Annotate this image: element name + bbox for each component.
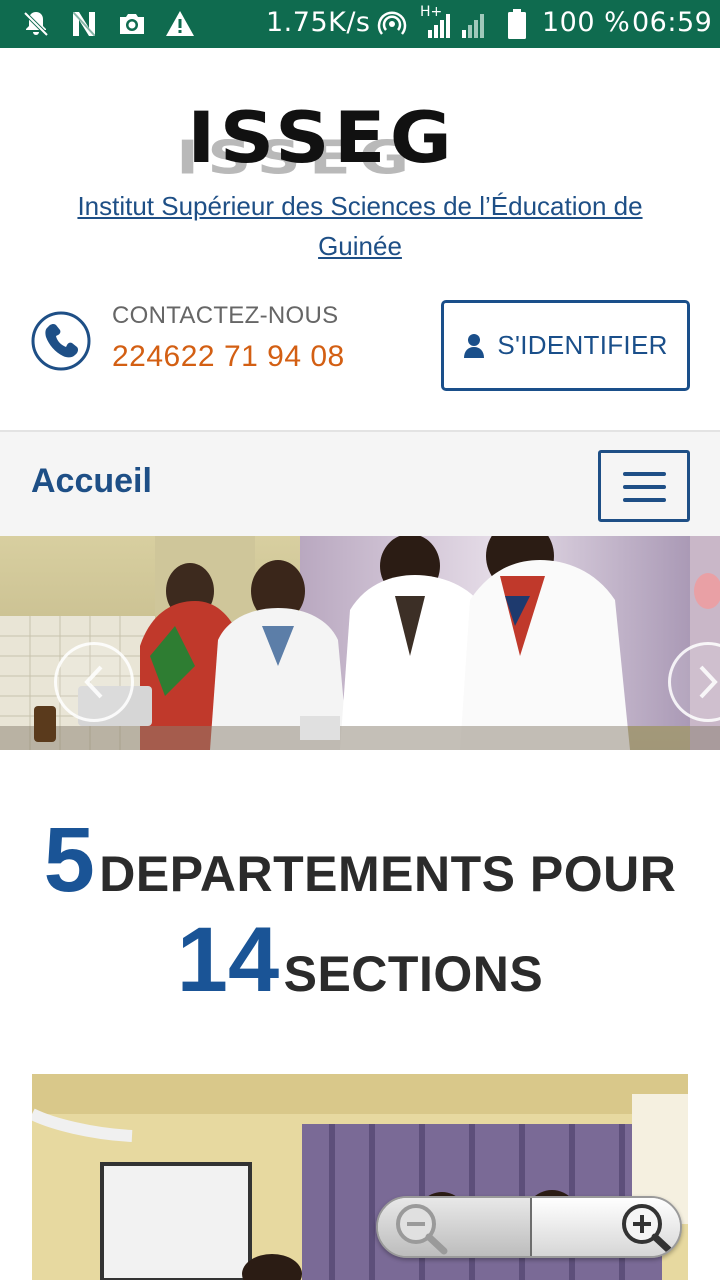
clock: 06:59: [632, 7, 713, 38]
zoom-out-icon: [396, 1204, 448, 1255]
slider-next-button[interactable]: [668, 642, 720, 722]
user-icon: [464, 333, 485, 358]
status-bar: 1.75K/s H+ 100 % 06:59: [0, 0, 720, 48]
contact-phone[interactable]: 224622 71 94 08: [112, 340, 345, 374]
navbar: Accueil: [0, 430, 720, 536]
notifications-off-icon: [23, 11, 49, 37]
nav-home-link[interactable]: Accueil: [31, 462, 152, 501]
sections-number: 14: [176, 909, 280, 1011]
zoom-control: [376, 1196, 682, 1258]
slider-prev-button[interactable]: [54, 642, 134, 722]
n-icon: [72, 11, 96, 37]
signal-icon: [428, 14, 484, 38]
sections-text: SECTIONS: [283, 946, 544, 1002]
logo-image: ISSEG ISSEG: [176, 98, 456, 185]
hero-slider[interactable]: [0, 536, 720, 750]
sections-stat: 14 SECTIONS: [0, 908, 720, 1013]
login-label: S'IDENTIFIER: [497, 330, 668, 360]
warning-icon: [166, 11, 194, 36]
zoom-in-button[interactable]: [532, 1198, 680, 1256]
svg-text:ISSEG: ISSEG: [187, 98, 456, 180]
camera-icon: [120, 14, 144, 34]
network-speed: 1.75K/s: [266, 7, 371, 38]
phone-icon[interactable]: [30, 310, 92, 372]
departments-number: 5: [43, 809, 95, 911]
zoom-out-button[interactable]: [378, 1198, 530, 1256]
hamburger-menu-icon[interactable]: [598, 450, 690, 522]
chevron-right-icon: [699, 665, 718, 699]
isseg-logo[interactable]: ISSEG ISSEG: [170, 92, 550, 185]
battery-icon: [508, 9, 526, 39]
departments-text: DEPARTEMENTS POUR: [99, 846, 677, 902]
chevron-left-icon: [84, 665, 103, 699]
battery-level: 100 %: [542, 7, 631, 38]
zoom-in-icon: [622, 1204, 674, 1255]
login-button[interactable]: S'IDENTIFIER: [441, 300, 690, 391]
institution-name-link[interactable]: Institut Supérieur des Sciences de l’Édu…: [40, 186, 680, 266]
departments-stat: 5 DEPARTEMENTS POUR: [0, 808, 720, 913]
hotspot-icon: [377, 11, 407, 35]
contact-label: CONTACTEZ-NOUS: [112, 302, 339, 329]
